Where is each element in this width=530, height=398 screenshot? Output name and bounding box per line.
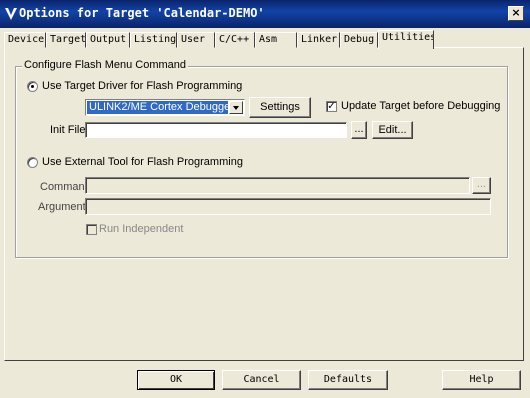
init-file-label: Init File: [50,124,89,136]
tab-user[interactable]: User [177,32,215,48]
tab-output[interactable]: Output [86,32,130,48]
cancel-button[interactable]: Cancel [222,370,301,390]
command-browse-button[interactable]: ... [472,177,491,194]
defaults-button[interactable]: Defaults [308,370,388,390]
help-button[interactable]: Help [442,370,521,390]
run-independent-label: Run Independent [99,223,184,235]
tab-asm[interactable]: Asm [255,32,297,48]
close-icon: × [511,6,521,19]
close-button[interactable]: × [508,6,524,21]
tab-linker[interactable]: Linker [297,32,340,48]
use-target-driver-radio[interactable] [27,81,38,92]
tab-device[interactable]: Device [4,32,46,48]
settings-button[interactable]: Settings [249,97,311,118]
flash-driver-value: ULINK2/ME Cortex Debugger [87,101,228,114]
chevron-down-icon [233,106,239,110]
run-independent-checkbox[interactable] [86,224,97,235]
init-file-field[interactable] [85,122,347,138]
use-external-tool-label: Use External Tool for Flash Programming [42,156,243,168]
use-target-driver-label: Use Target Driver for Flash Programming [42,80,243,92]
ok-button[interactable]: OK [137,370,215,390]
keil-uvision-icon [5,8,17,20]
update-target-checkbox[interactable]: ✓ [326,101,337,112]
tab-listing[interactable]: Listing [130,32,177,48]
tab-utilities[interactable]: Utilities [378,30,434,49]
tab-target[interactable]: Target [46,32,86,48]
radio-selected-dot [31,85,34,88]
arguments-field[interactable] [85,198,491,215]
init-file-browse-button[interactable]: ... [351,121,367,139]
tab-debug[interactable]: Debug [340,32,378,48]
group-legend: Configure Flash Menu Command [22,59,189,71]
checkmark-icon: ✓ [327,101,336,112]
command-field[interactable] [85,177,470,194]
edit-button[interactable]: Edit... [372,121,413,139]
title-bar: Options for Target 'Calendar-DEMO' × [0,0,530,28]
tab-c-cpp[interactable]: C/C++ [215,32,255,48]
dropdown-button[interactable] [229,101,243,114]
update-target-label: Update Target before Debugging [341,100,501,112]
flash-driver-select[interactable]: ULINK2/ME Cortex Debugger [85,99,245,116]
use-external-tool-radio[interactable] [27,157,38,168]
window-title: Options for Target 'Calendar-DEMO' [19,6,265,20]
